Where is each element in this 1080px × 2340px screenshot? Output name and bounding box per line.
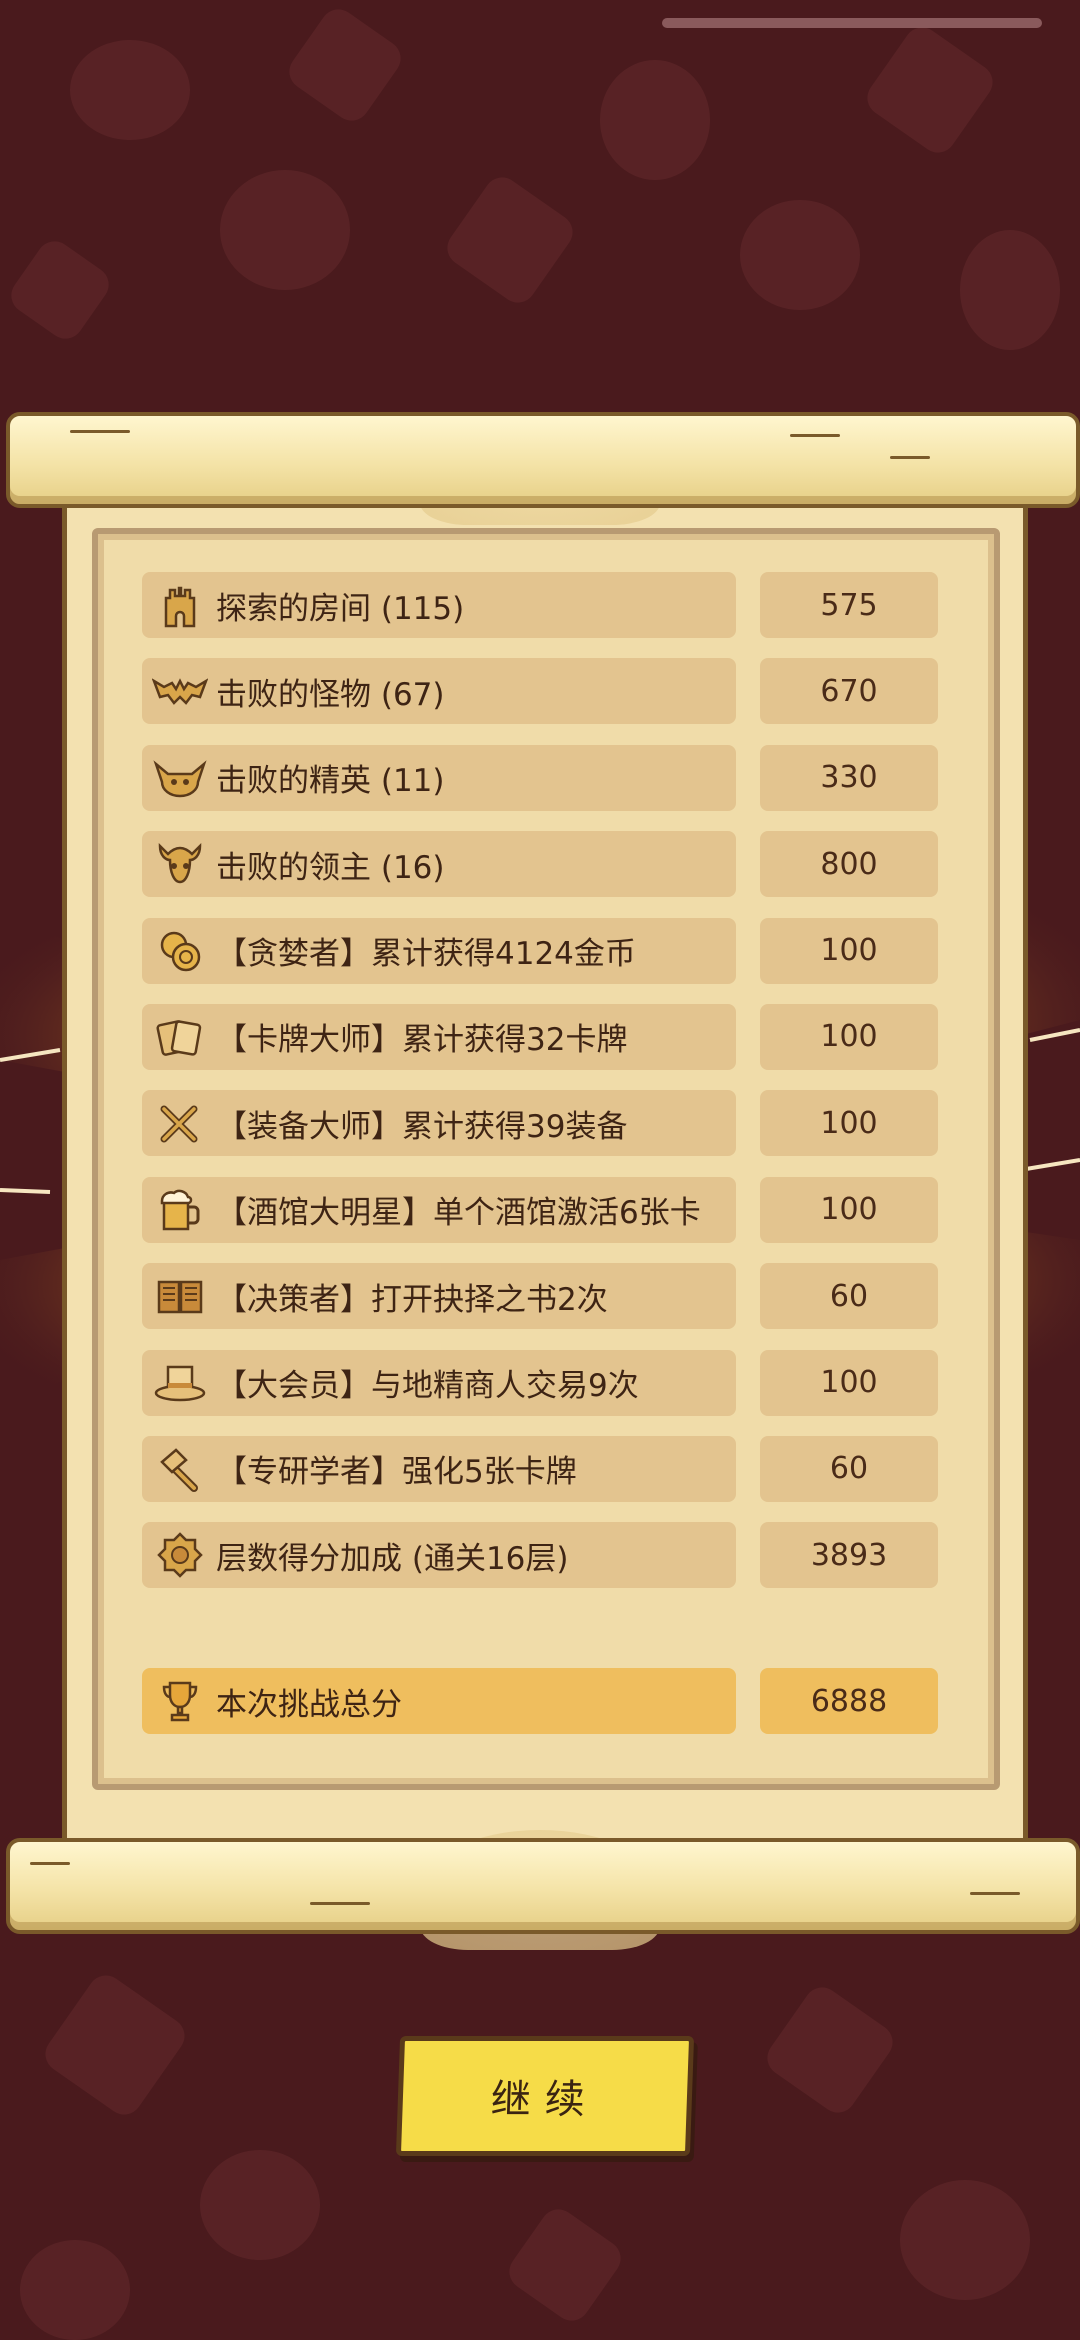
continue-button[interactable]: 继续: [395, 2036, 695, 2156]
score-row-label: 【装备大师】累计获得39装备: [216, 1108, 628, 1145]
bg-decoration: [960, 230, 1060, 350]
crossed-tools-icon: [152, 1098, 208, 1148]
coins-icon: [152, 926, 208, 976]
score-row-value: 100: [760, 1090, 938, 1157]
score-row-value: 60: [760, 1263, 938, 1330]
score-row-label: 【卡牌大师】累计获得32卡牌: [216, 1022, 628, 1059]
score-row-label: 【专研学者】强化5张卡牌: [216, 1454, 577, 1491]
cards-icon: [152, 1012, 208, 1062]
score-row-monsters: 击败的怪物 (67) 670: [142, 658, 942, 725]
bg-decoration: [200, 2150, 320, 2260]
bg-decoration: [502, 2202, 628, 2328]
score-row-value: 100: [760, 917, 938, 984]
score-row-decision-maker: 【决策者】打开抉择之书2次 60: [142, 1263, 942, 1330]
bg-decoration: [760, 1980, 900, 2120]
score-row-scholar: 【专研学者】强化5张卡牌 60: [142, 1435, 942, 1502]
score-row-value: 330: [760, 744, 938, 811]
score-row-value: 100: [760, 1349, 938, 1416]
score-row-value: 800: [760, 831, 938, 898]
scroll-roll-bottom: [6, 1838, 1080, 1934]
floor-badge-icon: [152, 1530, 208, 1580]
score-row-label: 【贪婪者】累计获得4124金币: [216, 936, 636, 973]
score-row-label: 【大会员】与地精商人交易9次: [216, 1368, 639, 1405]
hammer-icon: [152, 1444, 208, 1494]
bg-decoration: [900, 2180, 1030, 2300]
total-score-row: 本次挑战总分 6888: [142, 1668, 942, 1734]
demon-icon: [152, 753, 208, 803]
score-row-floor-bonus: 层数得分加成 (通关16层) 3893: [142, 1522, 942, 1589]
score-row-value: 60: [760, 1435, 938, 1502]
bg-decoration: [20, 2240, 130, 2340]
score-row-vip: 【大会员】与地精商人交易9次 100: [142, 1349, 942, 1416]
score-row-bosses: 击败的领主 (16) 800: [142, 831, 942, 898]
bg-decoration: [740, 200, 860, 310]
bg-decoration: [282, 2, 408, 128]
score-row-value: 670: [760, 658, 938, 725]
score-row-label: 击败的精英 (11): [216, 763, 445, 800]
bat-icon: [152, 666, 208, 716]
bg-decoration: [860, 20, 1000, 160]
bg-decoration: [600, 60, 710, 180]
score-row-value: 100: [760, 1003, 938, 1070]
score-row-label: 击败的怪物 (67): [216, 676, 445, 713]
score-row-label: 层数得分加成 (通关16层): [216, 1540, 569, 1577]
bg-decoration: [38, 1968, 192, 2122]
score-row-tavern-star: 【酒馆大明星】单个酒馆激活6张卡 100: [142, 1176, 942, 1243]
bg-decoration: [70, 40, 190, 140]
score-row-elites: 击败的精英 (11) 330: [142, 744, 942, 811]
score-row-label: 【决策者】打开抉择之书2次: [216, 1281, 608, 1318]
total-score-label: 本次挑战总分: [216, 1686, 402, 1723]
score-row-rooms: 探索的房间 (115) 575: [142, 572, 942, 638]
score-row-label: 【酒馆大明星】单个酒馆激活6张卡: [216, 1195, 701, 1232]
book-icon: [152, 1271, 208, 1321]
score-row-value: 100: [760, 1176, 938, 1243]
score-row-greedy: 【贪婪者】累计获得4124金币 100: [142, 917, 942, 984]
score-row-card-master: 【卡牌大师】累计获得32卡牌 100: [142, 1003, 942, 1070]
top-hat-icon: [152, 1358, 208, 1408]
beer-mug-icon: [152, 1185, 208, 1235]
score-list: 探索的房间 (115) 575 击败的怪物 (67) 670 击败的精英 (11…: [142, 572, 942, 1609]
total-score-value: 6888: [760, 1668, 938, 1734]
score-row-equipment-master: 【装备大师】累计获得39装备 100: [142, 1090, 942, 1157]
bg-decoration: [440, 170, 580, 310]
trophy-icon: [152, 1676, 208, 1726]
tower-icon: [152, 580, 208, 630]
bg-decoration: [4, 234, 116, 346]
score-row-label: 探索的房间 (115): [216, 590, 465, 627]
scroll-roll-top: [6, 412, 1080, 508]
score-row-value: 575: [760, 572, 938, 638]
bg-decoration: [220, 170, 350, 290]
score-row-value: 3893: [760, 1522, 938, 1589]
score-row-label: 击败的领主 (16): [216, 849, 445, 886]
home-indicator: [662, 18, 1042, 28]
horned-skull-icon: [152, 839, 208, 889]
